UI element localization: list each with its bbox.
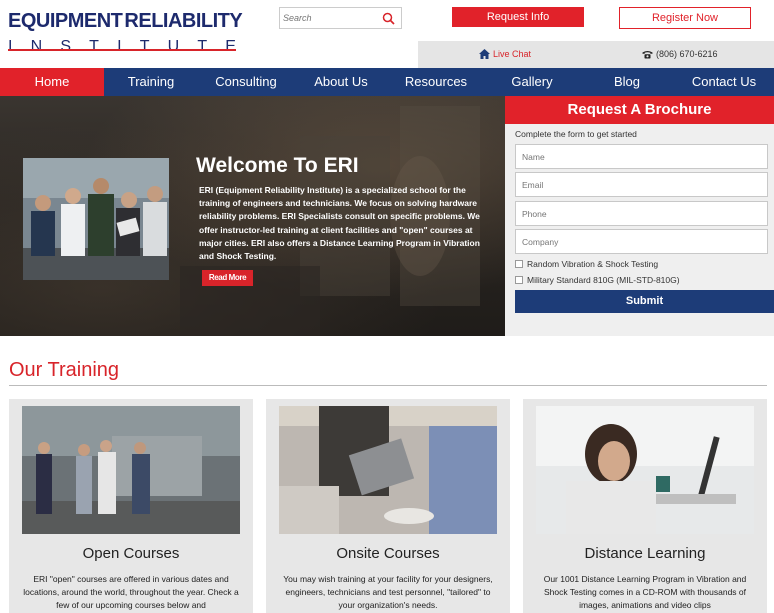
nav-about-us[interactable]: About Us	[294, 68, 388, 96]
email-field-wrapper	[515, 172, 768, 197]
mil-std-checkbox[interactable]	[515, 276, 523, 284]
email-field[interactable]	[516, 173, 767, 196]
logo-word-reliability: RELIABILITY	[124, 10, 243, 32]
home-icon	[479, 49, 490, 59]
request-info-button[interactable]: Request Info	[452, 7, 584, 27]
hero-banner: Welcome To ERI ERI (Equipment Reliabilit…	[0, 96, 505, 336]
nav-gallery[interactable]: Gallery	[484, 68, 580, 96]
logo-letter: T	[139, 38, 150, 55]
contact-bar: Live Chat (806) 670-6216	[418, 41, 774, 68]
nav-home[interactable]: Home	[0, 68, 104, 96]
section-divider	[9, 385, 767, 386]
logo-institute: I N S T I T U T E	[8, 38, 236, 56]
card-title: Open Courses	[82, 545, 180, 562]
name-field[interactable]	[516, 145, 767, 168]
search-box	[279, 7, 402, 29]
training-card-open-courses[interactable]: Open Courses ERI "open" courses are offe…	[9, 399, 253, 613]
logo-letter: S	[60, 38, 71, 55]
eri-logo[interactable]: EQUIPMENT RELIABILITY I N S T I T U T E	[8, 10, 243, 56]
option-label: Military Standard 810G (MIL-STD-810G)	[527, 275, 680, 285]
onsite-courses-photo	[279, 406, 497, 534]
hero-description: ERI (Equipment Reliability Institute) is…	[199, 185, 480, 262]
card-text: ERI "open" courses are offered in variou…	[23, 574, 239, 611]
submit-button[interactable]: Submit	[515, 290, 774, 313]
hero-group-photo	[23, 158, 169, 280]
main-nav: Home Training Consulting About Us Resour…	[0, 68, 774, 96]
card-title: Onsite Courses	[336, 545, 440, 562]
phone-number: (806) 670-6216	[656, 49, 718, 59]
company-field-wrapper	[515, 229, 768, 254]
brochure-form: Request A Brochure Complete the form to …	[505, 96, 774, 336]
phone-icon	[642, 50, 653, 58]
live-chat-label: Live Chat	[493, 49, 532, 59]
brochure-title: Request A Brochure	[505, 96, 774, 124]
training-card-onsite-courses[interactable]: Onsite Courses You may wish training at …	[266, 399, 510, 613]
register-now-button[interactable]: Register Now	[619, 7, 751, 29]
card-text: You may wish training at your facility f…	[283, 574, 493, 611]
logo-letter: I	[8, 38, 13, 55]
nav-training[interactable]: Training	[104, 68, 198, 96]
nav-resources[interactable]: Resources	[388, 68, 484, 96]
logo-letter: U	[167, 38, 180, 55]
logo-wordmark: EQUIPMENT RELIABILITY	[8, 10, 243, 32]
distance-learning-photo	[536, 406, 754, 534]
logo-word-equipment: EQUIPMENT	[8, 10, 123, 32]
logo-letter: T	[89, 38, 99, 55]
option-mil-std[interactable]: Military Standard 810G (MIL-STD-810G)	[515, 275, 680, 285]
search-icon[interactable]	[382, 12, 395, 25]
phone-field[interactable]	[516, 202, 767, 225]
phone-field-wrapper	[515, 201, 768, 226]
nav-blog[interactable]: Blog	[580, 68, 674, 96]
option-random-vibration[interactable]: Random Vibration & Shock Testing	[515, 259, 658, 269]
hero-title: Welcome To ERI	[196, 154, 359, 177]
brochure-subtitle: Complete the form to get started	[515, 129, 637, 139]
logo-divider	[8, 49, 236, 51]
training-card-distance-learning[interactable]: Distance Learning Our 1001 Distance Lear…	[523, 399, 767, 613]
name-field-wrapper	[515, 144, 768, 169]
company-field[interactable]	[516, 230, 767, 253]
nav-consulting[interactable]: Consulting	[198, 68, 294, 96]
page: EQUIPMENT RELIABILITY I N S T I T U T E …	[0, 0, 774, 613]
phone-link[interactable]: (806) 670-6216	[642, 49, 718, 59]
option-label: Random Vibration & Shock Testing	[527, 259, 659, 269]
logo-letter: T	[197, 38, 208, 55]
logo-letter: E	[225, 38, 236, 55]
open-courses-photo	[22, 406, 240, 534]
card-title: Distance Learning	[584, 545, 706, 562]
read-more-button[interactable]: Read More	[202, 270, 253, 286]
logo-letter: I	[117, 38, 122, 55]
section-title: Our Training	[9, 359, 120, 381]
nav-contact-us[interactable]: Contact Us	[674, 68, 774, 96]
card-text: Our 1001 Distance Learning Program in Vi…	[543, 574, 747, 611]
search-input[interactable]	[280, 8, 376, 28]
random-vibration-checkbox[interactable]	[515, 260, 523, 268]
logo-letter: N	[30, 38, 43, 55]
live-chat-link[interactable]: Live Chat	[479, 49, 531, 59]
